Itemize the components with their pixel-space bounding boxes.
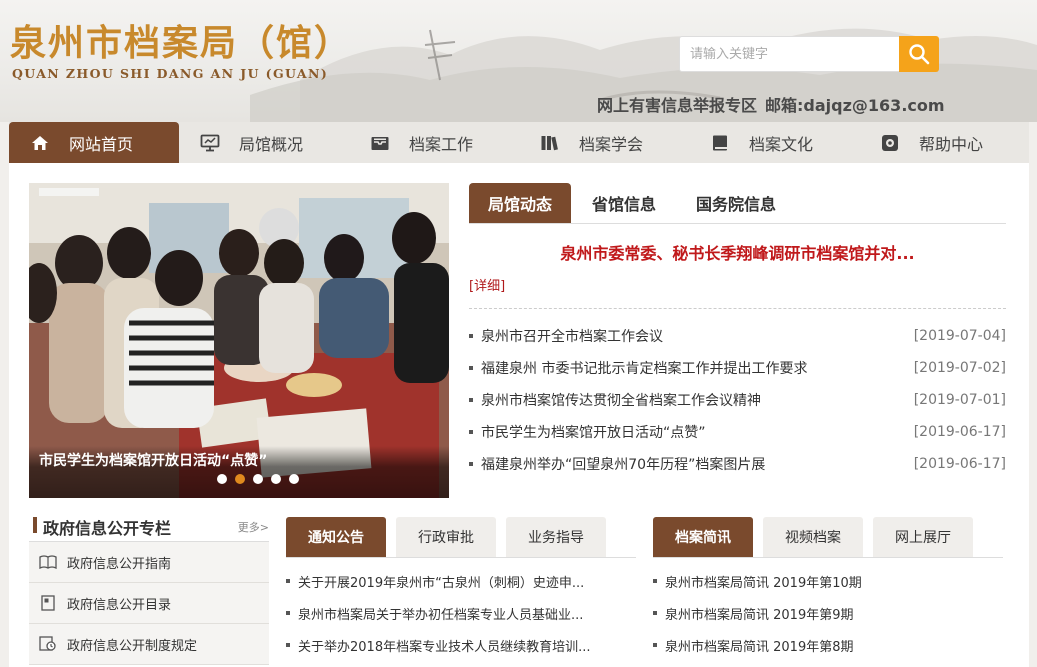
help-icon (879, 133, 901, 153)
tab-admin-approval[interactable]: 行政审批 (396, 517, 496, 557)
list-item: 福建泉州 市委书记批示肯定档案工作并提出工作要求 [2019-07-02] (469, 352, 1006, 384)
list-item[interactable]: 泉州市档案局关于举办初任档案专业人员基础业... (286, 597, 636, 629)
main-nav: 网站首页 局馆概况 档案工作 档案学会 档案文化 帮助中心 (9, 122, 1029, 163)
nav-item-help[interactable]: 帮助中心 (859, 122, 1029, 163)
nav-label: 帮助中心 (919, 134, 984, 154)
gov-info-title: 政府信息公开专栏 (29, 515, 171, 539)
search-input[interactable] (680, 37, 899, 71)
report-area: 网上有害信息举报专区 邮箱:dajqz@163.com (597, 92, 953, 116)
list-item: 泉州市召开全市档案工作会议 [2019-07-04] (469, 320, 1006, 352)
tab-bureau-news[interactable]: 局馆动态 (469, 183, 572, 223)
gov-info-guide[interactable]: 政府信息公开指南 (29, 542, 269, 583)
notice-list: 关于开展2019年泉州市“古泉州（刺桐）史迹申... 泉州市档案局关于举办初任档… (286, 565, 636, 661)
nav-item-overview[interactable]: 局馆概况 (179, 122, 349, 163)
inbox-icon (369, 133, 391, 153)
list-item[interactable]: 泉州市档案局简讯 2019年第9期 (653, 597, 1003, 629)
nav-label: 网站首页 (69, 134, 134, 154)
catalog-icon (39, 595, 57, 611)
tab-online-exhibition[interactable]: 网上展厅 (873, 517, 973, 557)
brief-tabs: 档案简讯 视频档案 网上展厅 (653, 517, 1003, 558)
news-divider (469, 308, 1006, 309)
slider-dots (217, 474, 299, 484)
nav-label: 档案学会 (579, 134, 644, 154)
gov-item-label: 政府信息公开指南 (67, 556, 172, 572)
tab-archive-brief[interactable]: 档案简讯 (653, 517, 753, 557)
news-list: 泉州市召开全市档案工作会议 [2019-07-04] 福建泉州 市委书记批示肯定档… (469, 320, 1006, 480)
slider-dot-3[interactable] (253, 474, 263, 484)
site-logo-subtitle: QUAN ZHOU SHI DANG AN JU (GUAN) (12, 66, 329, 81)
open-book-icon (39, 554, 57, 570)
news-title[interactable]: 市民学生为档案馆开放日活动“点赞” (469, 422, 706, 442)
list-item[interactable]: 泉州市档案局简讯 2019年第10期 (653, 565, 1003, 597)
monitor-icon (199, 133, 221, 153)
more-link[interactable]: 更多> (238, 519, 269, 535)
news-title[interactable]: 福建泉州 市委书记批示肯定档案工作并提出工作要求 (469, 358, 807, 378)
nav-label: 局馆概况 (239, 134, 304, 154)
list-item[interactable]: 泉州市档案局简讯 2019年第8期 (653, 629, 1003, 661)
tab-business-guidance[interactable]: 业务指导 (506, 517, 606, 557)
news-title[interactable]: 福建泉州举办“回望泉州70年历程”档案图片展 (469, 454, 765, 474)
notice-tabs: 通知公告 行政审批 业务指导 (286, 517, 636, 558)
news-tabs: 局馆动态 省馆信息 国务院信息 (469, 183, 1006, 224)
news-title[interactable]: 泉州市档案馆传达贯彻全省档案工作会议精神 (469, 390, 761, 410)
nav-item-society[interactable]: 档案学会 (519, 122, 689, 163)
search-icon (909, 44, 930, 65)
tab-notices[interactable]: 通知公告 (286, 517, 386, 557)
home-icon (29, 133, 51, 153)
gov-info-catalog[interactable]: 政府信息公开目录 (29, 583, 269, 624)
search-box (679, 36, 900, 72)
regulation-icon (39, 636, 57, 652)
news-date: [2019-07-04] (913, 328, 1006, 344)
list-item: 福建泉州举办“回望泉州70年历程”档案图片展 [2019-06-17] (469, 448, 1006, 480)
news-detail-link[interactable]: [详细] (469, 275, 505, 294)
slider-dot-2[interactable] (235, 474, 245, 484)
list-item: 市民学生为档案馆开放日活动“点赞” [2019-06-17] (469, 416, 1006, 448)
tab-provincial-info[interactable]: 省馆信息 (573, 183, 675, 223)
news-date: [2019-06-17] (913, 456, 1006, 472)
nav-item-culture[interactable]: 档案文化 (689, 122, 859, 163)
news-date: [2019-07-01] (913, 392, 1006, 408)
books-icon (539, 133, 561, 153)
news-date: [2019-06-17] (913, 424, 1006, 440)
search-button[interactable] (899, 36, 939, 72)
gov-info-header: 政府信息公开专栏 更多> (29, 512, 269, 542)
news-title[interactable]: 泉州市召开全市档案工作会议 (469, 326, 663, 346)
harmful-info-report-link[interactable]: 网上有害信息举报专区 (597, 96, 757, 115)
slider-caption-bar: 市民学生为档案馆开放日活动“点赞” (29, 446, 449, 498)
brief-list: 泉州市档案局简讯 2019年第10期 泉州市档案局简讯 2019年第9期 泉州市… (653, 565, 1003, 661)
gov-item-label: 政府信息公开目录 (67, 597, 172, 613)
nav-label: 档案工作 (409, 134, 474, 154)
news-headline[interactable]: 泉州市委常委、秘书长季翔峰调研市档案馆并对... (469, 240, 1006, 264)
site-header: 泉州市档案局（馆） QUAN ZHOU SHI DANG AN JU (GUAN… (0, 0, 1037, 122)
tab-video-archive[interactable]: 视频档案 (763, 517, 863, 557)
gov-info-regulation[interactable]: 政府信息公开制度规定 (29, 624, 269, 665)
photo-slider[interactable]: 市民学生为档案馆开放日活动“点赞” (29, 183, 449, 498)
gov-info-list: 政府信息公开指南 政府信息公开目录 政府信息公开制度规定 (29, 542, 269, 665)
slider-dot-4[interactable] (271, 474, 281, 484)
site-logo-title[interactable]: 泉州市档案局（馆） (10, 14, 352, 66)
slider-dot-1[interactable] (217, 474, 227, 484)
gov-info-panel: 政府信息公开专栏 更多> 政府信息公开指南 政府信息公开目录 政府信息公开制度规… (29, 512, 269, 667)
news-date: [2019-07-02] (913, 360, 1006, 376)
nav-item-home[interactable]: 网站首页 (9, 122, 179, 163)
gov-item-label: 政府信息公开制度规定 (67, 638, 198, 654)
slider-caption[interactable]: 市民学生为档案馆开放日活动“点赞” (39, 450, 267, 470)
nav-label: 档案文化 (749, 134, 814, 154)
list-item: 泉州市档案馆传达贯彻全省档案工作会议精神 [2019-07-01] (469, 384, 1006, 416)
slider-dot-5[interactable] (289, 474, 299, 484)
book-icon (709, 133, 731, 153)
email-address[interactable]: 邮箱:dajqz@163.com (765, 96, 945, 115)
list-item[interactable]: 关于举办2018年档案专业技术人员继续教育培训... (286, 629, 636, 661)
list-item[interactable]: 关于开展2019年泉州市“古泉州（刺桐）史迹申... (286, 565, 636, 597)
tab-state-council-info[interactable]: 国务院信息 (677, 183, 795, 223)
nav-item-archive-work[interactable]: 档案工作 (349, 122, 519, 163)
